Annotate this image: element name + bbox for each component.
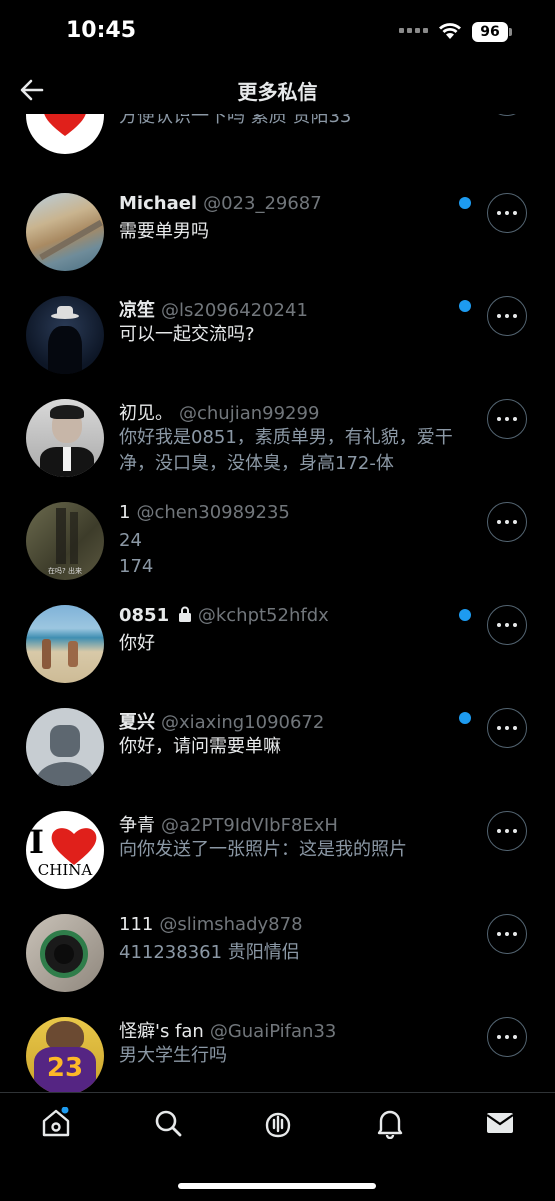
i-love-china-avatar[interactable]: I CHINA [26, 811, 104, 889]
avatar-caption: 在吗? 出来 [48, 567, 82, 575]
battery-icon: 96 [472, 22, 508, 42]
beach-road-avatar[interactable] [26, 193, 104, 271]
display-name: Michael [119, 193, 198, 214]
beach-people-avatar[interactable] [26, 605, 104, 683]
conversation-header: 111 @slimshady878 [119, 914, 303, 935]
conversation-list[interactable]: 方便认识一下吗 素质 贵阳33 Michael @023_29687 需要单男吗 … [0, 114, 555, 1092]
conversation-row[interactable]: Michael @023_29687 需要单男吗 [0, 193, 555, 296]
user-handle: @kchpt52hfdx [197, 605, 329, 626]
conversation-row[interactable]: I CHINA 争青 @a2PT9IdVIbF8ExH 向你发送了一张照片：这是我… [0, 811, 555, 914]
conversation-row[interactable]: 0851 @kchpt52hfdx 你好 [0, 605, 555, 708]
home-indicator [178, 1183, 376, 1189]
unread-indicator [459, 197, 471, 209]
conversation-header: 1 @chen30989235 [119, 502, 290, 523]
display-name: 0851 [119, 605, 170, 626]
spaces-icon[interactable] [262, 1107, 294, 1139]
conversation-header: Michael @023_29687 [119, 193, 322, 214]
conversation-row[interactable]: 初见。 @chujian99299 你好我是0851，素质单男，有礼貌，爱干净，没… [0, 399, 555, 502]
message-preview: 向你发送了一张照片：这是我的照片 [119, 839, 407, 860]
portrait-avatar[interactable] [26, 399, 104, 477]
status-time: 10:45 [66, 18, 137, 43]
user-handle: @chujian99299 [179, 403, 320, 424]
message-preview: 24 174 [119, 530, 154, 577]
shadow-avatar[interactable]: 在吗? 出来 [26, 502, 104, 580]
conversation-row[interactable]: 在吗? 出来 1 @chen30989235 24 174 [0, 502, 555, 605]
more-options-button[interactable] [487, 708, 527, 748]
display-name: 凉笙 [119, 300, 155, 321]
avatar-word: CHINA [37, 861, 93, 879]
display-name: 夏兴 [119, 712, 155, 733]
user-handle: @a2PT9IdVIbF8ExH [161, 815, 338, 836]
conversation-header: 0851 @kchpt52hfdx [119, 605, 329, 626]
jersey-avatar[interactable]: 23 [26, 1017, 104, 1092]
more-options-button[interactable] [487, 1017, 527, 1057]
display-name: 初见。 [119, 403, 173, 424]
lock-icon [178, 606, 191, 622]
more-options-button[interactable] [487, 399, 527, 439]
user-handle: @chen30989235 [136, 502, 290, 523]
notifications-icon[interactable] [374, 1107, 406, 1139]
message-preview: 可以一起交流吗? [119, 324, 255, 345]
conversation-header: 夏兴 @xiaxing1090672 [119, 708, 324, 734]
conversation-row[interactable]: 111 @slimshady878 411238361 贵阳情侣 [0, 914, 555, 1017]
display-name: 1 [119, 502, 131, 523]
home-icon[interactable] [40, 1107, 72, 1139]
conversation-header: 争青 @a2PT9IdVIbF8ExH [119, 811, 338, 837]
message-preview: 你好，请问需要单嘛 [119, 736, 281, 757]
conversation-row[interactable]: 23 怪癖's fan @GuaiPifan33 男大学生行吗 [0, 1017, 555, 1092]
more-options-button[interactable] [487, 193, 527, 233]
jersey-number: 23 [46, 1053, 84, 1083]
battery-cap [509, 28, 512, 36]
conversation-header: 怪癖's fan @GuaiPifan33 [119, 1017, 336, 1043]
avatar-letter: I [29, 823, 44, 861]
hat-man-avatar[interactable] [26, 296, 104, 374]
search-icon[interactable] [152, 1107, 184, 1139]
conversation-header: 凉笙 @ls2096420241 [119, 296, 308, 322]
conversation-row[interactable]: 凉笙 @ls2096420241 可以一起交流吗? [0, 296, 555, 399]
wifi-icon [439, 23, 461, 39]
user-handle: @xiaxing1090672 [161, 712, 325, 733]
status-bar: 10:45 96 [0, 0, 555, 62]
heart-icon [44, 114, 86, 136]
conversation-row[interactable]: 夏兴 @xiaxing1090672 你好，请问需要单嘛 [0, 708, 555, 811]
message-preview: 你好我是0851，素质单男，有礼貌，爱干净，没口臭，没体臭，身高172-体 [119, 427, 453, 474]
page-title: 更多私信 [237, 80, 318, 104]
more-options-button[interactable] [487, 502, 527, 542]
user-handle: @ls2096420241 [161, 300, 308, 321]
more-options-button[interactable] [487, 914, 527, 954]
user-handle: @slimshady878 [159, 914, 303, 935]
more-options-button[interactable] [487, 811, 527, 851]
top-nav: 更多私信 [0, 66, 555, 114]
more-options-button[interactable] [487, 114, 527, 116]
display-name: 怪癖's fan [119, 1021, 204, 1042]
conversation-row[interactable]: 方便认识一下吗 素质 贵阳33 [0, 114, 555, 205]
message-preview: 411238361 贵阳情侣 [119, 942, 300, 963]
conversation-header: 初见。 @chujian99299 [119, 399, 319, 425]
cellular-signal-icon [399, 28, 428, 33]
display-name: 111 [119, 914, 154, 935]
user-handle: @023_29687 [203, 193, 322, 214]
more-options-button[interactable] [487, 605, 527, 645]
unread-indicator [459, 609, 471, 621]
messages-icon[interactable] [484, 1107, 516, 1139]
heart-avatar[interactable] [26, 114, 104, 154]
user-handle: @GuaiPifan33 [209, 1021, 337, 1042]
message-preview: 男大学生行吗 [119, 1045, 227, 1066]
watch-avatar[interactable] [26, 914, 104, 992]
unread-indicator [459, 712, 471, 724]
message-preview: 需要单男吗 [119, 221, 209, 242]
more-options-button[interactable] [487, 296, 527, 336]
message-preview: 方便认识一下吗 素质 贵阳33 [119, 114, 352, 127]
display-name: 争青 [119, 815, 155, 836]
unread-indicator [459, 300, 471, 312]
message-preview: 你好 [119, 633, 155, 654]
default-avatar[interactable] [26, 708, 104, 786]
